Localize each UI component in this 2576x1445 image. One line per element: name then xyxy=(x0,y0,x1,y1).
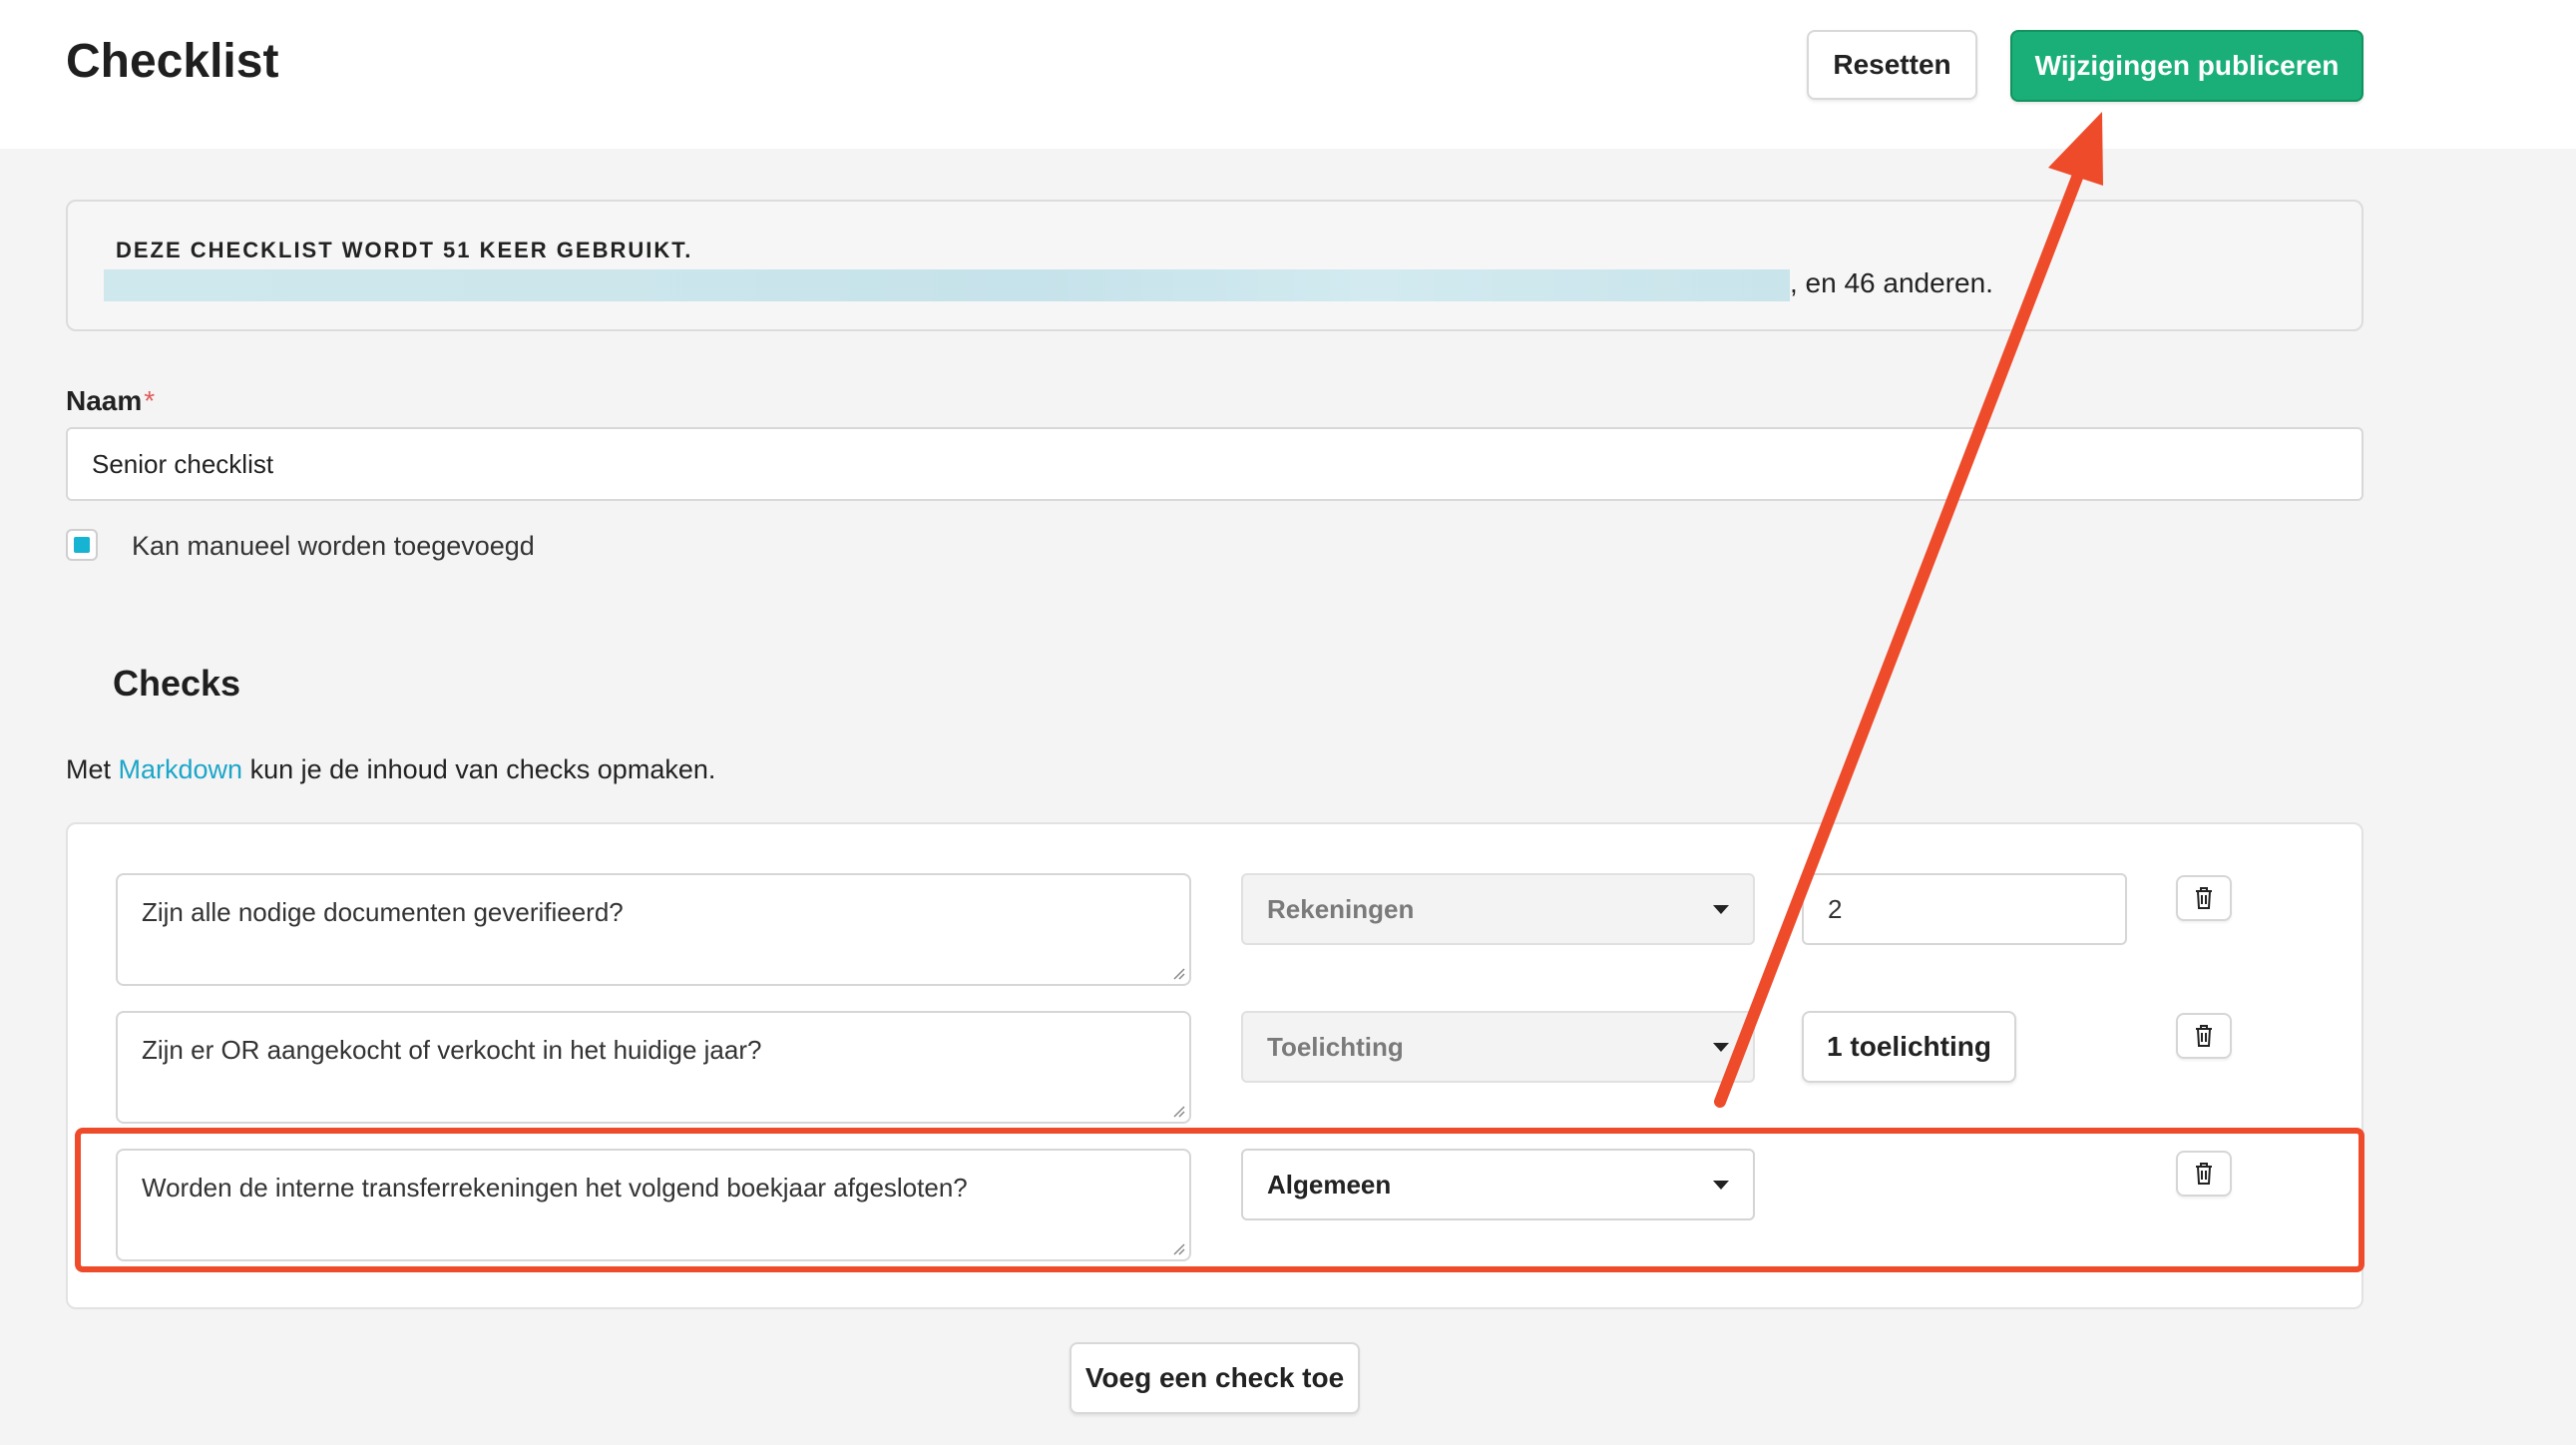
markdown-link[interactable]: Markdown xyxy=(119,754,243,784)
required-marker: * xyxy=(144,385,156,416)
manual-add-checkbox[interactable] xyxy=(66,529,98,561)
resize-grip-icon[interactable] xyxy=(1171,966,1185,980)
chevron-down-icon xyxy=(1713,1042,1729,1052)
trash-icon xyxy=(2196,1163,2212,1185)
manual-add-label: Kan manueel worden toegevoegd xyxy=(132,531,535,561)
usage-title: DEZE CHECKLIST WORDT 51 KEER GEBRUIKT. xyxy=(116,238,693,262)
page-title: Checklist xyxy=(66,35,279,88)
category-select[interactable]: Rekeningen xyxy=(1241,873,1755,945)
chevron-down-icon xyxy=(1713,904,1729,914)
markdown-hint: Met Markdown kun je de inhoud van checks… xyxy=(66,754,716,784)
trash-icon xyxy=(2196,887,2212,909)
usage-others-count: , en 46 anderen. xyxy=(1790,267,1993,298)
check-text-field[interactable]: Worden de interne transferrekeningen het… xyxy=(116,1149,1191,1261)
publish-changes-button[interactable]: Wijzigingen publiceren xyxy=(2010,30,2363,102)
resize-grip-icon[interactable] xyxy=(1171,1241,1185,1255)
name-label: Naam* xyxy=(66,385,156,416)
checks-panel: Zijn alle nodige documenten geverifieerd… xyxy=(66,822,2363,1309)
add-check-button[interactable]: Voeg een check toe xyxy=(1070,1342,1360,1414)
check-text-field[interactable]: Zijn alle nodige documenten geverifieerd… xyxy=(116,873,1191,986)
chevron-down-icon xyxy=(1713,1180,1729,1190)
trash-icon xyxy=(2196,1025,2212,1047)
usage-client-list-redacted xyxy=(104,269,1790,301)
page-header: Checklist Resetten Wijzigingen publicere… xyxy=(0,0,2576,149)
usage-info-box: DEZE CHECKLIST WORDT 51 KEER GEBRUIKT. ,… xyxy=(66,200,2363,331)
delete-check-button[interactable] xyxy=(2176,875,2232,921)
check-row: Zijn alle nodige documenten geverifieerd… xyxy=(68,873,2365,993)
delete-check-button[interactable] xyxy=(2176,1013,2232,1059)
category-select[interactable]: Toelichting xyxy=(1241,1011,1755,1083)
category-select[interactable]: Algemeen xyxy=(1241,1149,1755,1220)
name-input[interactable] xyxy=(66,427,2363,501)
check-row: Worden de interne transferrekeningen het… xyxy=(68,1149,2365,1268)
check-row: Zijn er OR aangekocht of verkocht in het… xyxy=(68,1011,2365,1131)
explanation-button[interactable]: 1 toelichting xyxy=(1802,1011,2016,1083)
count-input[interactable] xyxy=(1802,873,2127,945)
delete-check-button[interactable] xyxy=(2176,1151,2232,1197)
checks-heading: Checks xyxy=(113,663,241,704)
reset-button[interactable]: Resetten xyxy=(1807,30,1977,100)
resize-grip-icon[interactable] xyxy=(1171,1104,1185,1118)
checkbox-checked-mark xyxy=(74,537,90,553)
check-text-field[interactable]: Zijn er OR aangekocht of verkocht in het… xyxy=(116,1011,1191,1124)
